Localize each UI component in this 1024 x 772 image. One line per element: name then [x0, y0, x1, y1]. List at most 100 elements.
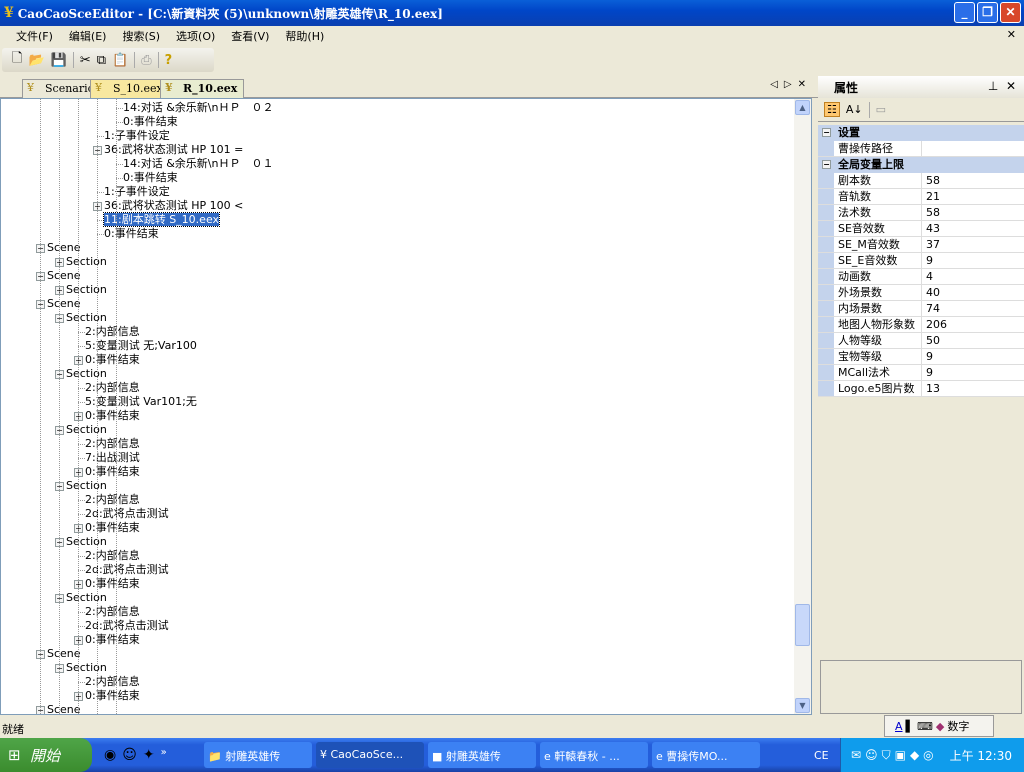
ime-toolbar[interactable]: A ▌ ⌨ ◆ 数字 — [884, 715, 994, 737]
property-row[interactable]: 内场景数 74 — [818, 301, 1024, 317]
tab-navigation[interactable]: ◁▷✕ — [770, 79, 812, 90]
tree-node[interactable]: 0:事件结束 — [123, 171, 178, 185]
tree-node[interactable]: Section — [66, 661, 107, 675]
copy-icon[interactable]: ⧉ — [97, 53, 106, 68]
tree-node[interactable]: Section — [66, 367, 107, 381]
tree-node[interactable]: Scene — [47, 647, 81, 661]
property-row[interactable]: 外场景数 40 — [818, 285, 1024, 301]
tree-node[interactable]: 1:子事件设定 — [104, 129, 170, 143]
property-value[interactable]: 4 — [922, 269, 933, 284]
tree-node[interactable]: Section — [66, 479, 107, 493]
tree-node[interactable]: 0:事件结束 — [85, 409, 140, 423]
vertical-scrollbar[interactable]: ▲ ▼ — [794, 99, 811, 714]
scroll-up-button[interactable]: ▲ — [795, 100, 810, 115]
tree-node[interactable]: 2:内部信息 — [85, 675, 140, 689]
paste-icon[interactable]: 📋 — [112, 53, 128, 68]
task-browser-2[interactable]: e 曹操传MO... — [652, 742, 760, 768]
property-value[interactable]: 37 — [922, 237, 940, 252]
tray-icon[interactable]: ✉ — [851, 748, 861, 762]
tree-node[interactable]: 5:变量测试 Var101;无 — [85, 395, 197, 409]
shield-icon[interactable]: ⛉ — [882, 748, 891, 763]
collapse-icon[interactable]: − — [822, 160, 831, 169]
tree-node[interactable]: 0:事件结束 — [85, 633, 140, 647]
scroll-down-button[interactable]: ▼ — [795, 698, 810, 713]
menu-edit[interactable]: 编辑(E) — [69, 28, 107, 44]
tray-icon[interactable]: ◎ — [923, 748, 933, 762]
property-row[interactable]: Logo.e5图片数 13 — [818, 381, 1024, 397]
property-value[interactable]: 9 — [922, 253, 933, 268]
property-value[interactable]: 9 — [922, 349, 933, 364]
property-grid[interactable]: − 设置 曹操传路径 − 全局变量上限 剧本数 58 音轨数 21 法术数 58 SE音效数 43 SE_… — [818, 125, 1024, 397]
property-value[interactable]: 13 — [922, 381, 940, 396]
cut-icon[interactable]: ✂ — [80, 53, 91, 68]
tree-node[interactable]: Section — [66, 311, 107, 325]
save-icon[interactable]: 💾 — [51, 53, 67, 68]
scenario-tree[interactable]: 14:对话 &余乐新\nＨＰ ０２ 0:事件结束 1:子事件设定 36:武将状态测试 … — [0, 98, 812, 715]
property-value[interactable] — [922, 141, 926, 156]
tree-node[interactable]: Section — [66, 283, 107, 297]
tab-r10[interactable]: ¥ R_10.eex — [160, 79, 245, 98]
sort-alphabetical-button[interactable]: A↓ — [846, 103, 863, 116]
property-value[interactable]: 9 — [922, 365, 933, 380]
tree-node[interactable]: 14:对话 &余乐新\nＨＰ ０２ — [123, 101, 273, 115]
tree-node[interactable]: Section — [66, 535, 107, 549]
language-indicator[interactable]: CE — [814, 749, 829, 762]
tree-node[interactable]: 7:出战测试 — [85, 451, 140, 465]
property-value[interactable]: 40 — [922, 285, 940, 300]
tree-node[interactable]: 2:内部信息 — [85, 493, 140, 507]
collapse-icon[interactable]: − — [822, 128, 831, 137]
tree-node[interactable]: 36:武将状态测试 HP 101 = — [104, 143, 243, 157]
tray-icon[interactable]: ◆ — [910, 748, 919, 762]
tree-node[interactable]: 14:对话 &余乐新\nＨＰ ０１ — [123, 157, 273, 171]
property-row[interactable]: 动画数 4 — [818, 269, 1024, 285]
pin-icon[interactable]: ⊥ — [988, 79, 998, 93]
property-row[interactable]: 剧本数 58 — [818, 173, 1024, 189]
menu-file[interactable]: 文件(F) — [16, 28, 53, 44]
tree-node[interactable]: 0:事件结束 — [123, 115, 178, 129]
task-folder[interactable]: 📁 射雕英雄传 — [204, 742, 312, 768]
app-icon[interactable]: ✦ — [143, 747, 155, 763]
property-value[interactable]: 58 — [922, 205, 940, 220]
tab-s10[interactable]: ¥ S_10.eex — [90, 79, 170, 98]
property-value[interactable]: 50 — [922, 333, 940, 348]
menu-options[interactable]: 选项(O) — [176, 28, 215, 44]
tree-node[interactable]: 0:事件结束 — [85, 465, 140, 479]
menu-view[interactable]: 查看(V) — [231, 28, 269, 44]
property-row[interactable]: 宝物等级 9 — [818, 349, 1024, 365]
media-player-icon[interactable]: ◉ — [104, 747, 116, 763]
quicklaunch-more-icon[interactable]: » — [161, 747, 167, 763]
network-icon[interactable]: ▣ — [895, 748, 906, 762]
tree-node[interactable]: 0:事件结束 — [85, 689, 140, 703]
property-row[interactable]: 人物等级 50 — [818, 333, 1024, 349]
tree-node[interactable]: 2:内部信息 — [85, 325, 140, 339]
property-row[interactable]: 音轨数 21 — [818, 189, 1024, 205]
restore-button[interactable]: ❐ — [977, 2, 998, 23]
tree-node[interactable]: Section — [66, 423, 107, 437]
tree-node[interactable]: 5:变量测试 无;Var100 — [85, 339, 197, 353]
task-caocaosce[interactable]: ¥ CaoCaoSce... — [316, 742, 424, 768]
property-category[interactable]: − 全局变量上限 — [818, 157, 1024, 173]
tree-node[interactable]: Scene — [47, 703, 81, 714]
new-file-icon[interactable]: 🗋 — [12, 49, 22, 71]
close-icon[interactable]: ✕ — [1006, 79, 1016, 93]
categorized-view-button[interactable]: ☷ — [824, 102, 840, 117]
tree-node[interactable]: 2:内部信息 — [85, 605, 140, 619]
start-button[interactable]: ⊞ 開始 — [0, 738, 92, 772]
open-folder-icon[interactable]: 📂 — [28, 53, 44, 68]
task-game[interactable]: ■ 射雕英雄传 — [428, 742, 536, 768]
tree-node[interactable]: Section — [66, 255, 107, 269]
close-button[interactable]: ✕ — [1000, 2, 1021, 23]
scroll-thumb[interactable] — [795, 604, 810, 646]
task-browser-1[interactable]: e 軒轅春秋 - ... — [540, 742, 648, 768]
messenger-icon[interactable]: ☺ — [122, 747, 137, 763]
property-row[interactable]: 地图人物形象数 206 — [818, 317, 1024, 333]
tree-node[interactable]: 2:内部信息 — [85, 381, 140, 395]
tree-node[interactable]: 1:子事件设定 — [104, 185, 170, 199]
tree-node[interactable]: 2:内部信息 — [85, 549, 140, 563]
tree-node[interactable]: 0:事件结束 — [104, 227, 159, 241]
property-row[interactable]: SE_M音效数 37 — [818, 237, 1024, 253]
property-category[interactable]: − 设置 — [818, 125, 1024, 141]
tree-node[interactable]: 11:剧本跳转 S_10.eex — [102, 212, 221, 227]
property-value[interactable]: 43 — [922, 221, 940, 236]
property-row[interactable]: SE_E音效数 9 — [818, 253, 1024, 269]
